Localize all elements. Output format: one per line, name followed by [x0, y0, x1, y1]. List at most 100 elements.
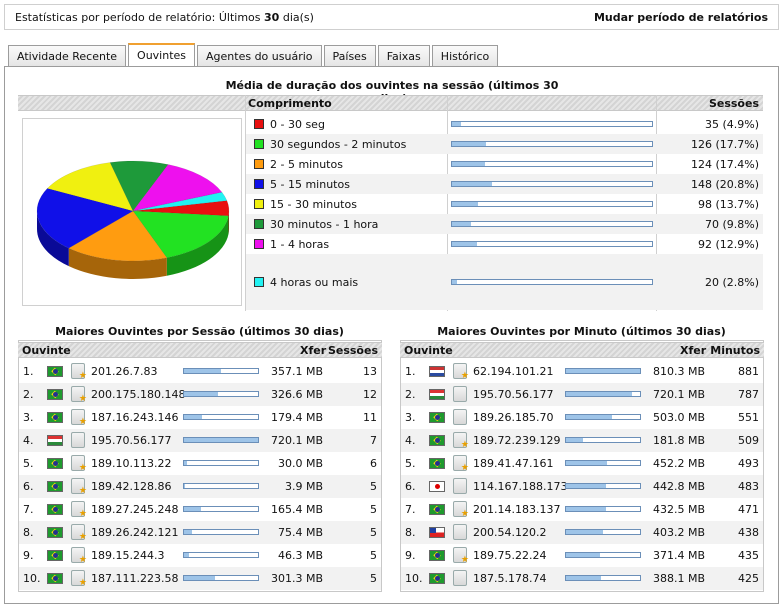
col-sessions: Sessões — [327, 344, 378, 357]
rank: 4. — [23, 434, 34, 447]
listener-ip[interactable]: 200.54.120.2 — [473, 526, 546, 539]
xfer-bar — [565, 391, 641, 397]
xfer-bar — [183, 460, 259, 466]
rank: 7. — [23, 503, 34, 516]
client-icon — [71, 386, 87, 404]
client-icon — [453, 570, 467, 586]
xfer-bar — [565, 437, 641, 443]
duration-row: 5 - 15 minutos 148 (20.8%) — [246, 174, 763, 194]
listener-ip[interactable]: 189.72.239.129 — [473, 434, 560, 447]
rank: 5. — [405, 457, 416, 470]
listener-ip[interactable]: 189.75.22.24 — [473, 549, 546, 562]
listener-ip[interactable]: 62.194.101.21 — [473, 365, 553, 378]
xfer-bar — [183, 506, 259, 512]
rank: 9. — [405, 549, 416, 562]
count-value: 11 — [363, 411, 377, 424]
count-value: 12 — [363, 388, 377, 401]
listener-ip[interactable]: 189.26.242.121 — [91, 526, 178, 539]
tab-5[interactable]: Histórico — [431, 45, 499, 67]
xfer-bar — [565, 483, 641, 489]
minutes-title: Maiores Ouvintes por Minuto (últimos 30 … — [437, 325, 726, 338]
count-value: 435 — [738, 549, 759, 562]
legend-swatch — [254, 119, 264, 129]
listener-ip[interactable]: 189.27.245.248 — [91, 503, 178, 516]
listener-ip[interactable]: 187.5.178.74 — [473, 572, 546, 585]
listener-ip[interactable]: 189.15.244.3 — [91, 549, 164, 562]
xfer-bar — [183, 575, 259, 581]
client-icon — [71, 524, 87, 542]
flag-br-icon — [47, 481, 63, 492]
xfer-value: 181.8 MB — [652, 434, 705, 447]
table-row: 10. 187.5.178.74 388.1 MB 425 — [401, 567, 763, 590]
xfer-value: 442.8 MB — [652, 480, 705, 493]
xfer-bar — [565, 552, 641, 558]
client-icon — [71, 478, 87, 496]
client-icon — [71, 409, 87, 427]
tab-0[interactable]: Atividade Recente — [8, 45, 127, 67]
flag-hu-icon — [429, 389, 445, 400]
xfer-value: 403.2 MB — [652, 526, 705, 539]
xfer-value: 46.3 MB — [277, 549, 323, 562]
listener-ip[interactable]: 189.10.113.22 — [91, 457, 171, 470]
xfer-value: 720.1 MB — [270, 434, 323, 447]
listener-ip[interactable]: 201.14.183.137 — [473, 503, 560, 516]
flag-br-icon — [47, 504, 63, 515]
legend-swatch — [254, 199, 264, 209]
table-row: 6. 189.42.128.86 3.9 MB 5 — [19, 475, 381, 498]
duration-value: 35 (4.9%) — [704, 118, 759, 131]
table-row: 6. 114.167.188.173 442.8 MB 483 — [401, 475, 763, 498]
rank: 6. — [405, 480, 416, 493]
report-period-days: 30 — [264, 11, 280, 24]
flag-br-icon — [47, 389, 63, 400]
xfer-value: 503.0 MB — [652, 411, 705, 424]
table-row: 4. 189.72.239.129 181.8 MB 509 — [401, 429, 763, 452]
client-icon — [453, 455, 469, 473]
report-period-bar: Estatísticas por período de relatório: Ú… — [4, 4, 779, 30]
table-row: 4. 195.70.56.177 720.1 MB 7 — [19, 429, 381, 452]
listener-ip[interactable]: 187.16.243.146 — [91, 411, 178, 424]
client-icon — [71, 570, 87, 588]
rank: 10. — [405, 572, 423, 585]
listener-ip[interactable]: 114.167.188.173 — [473, 480, 567, 493]
flag-hu-icon — [47, 435, 63, 446]
report-period-text: Estatísticas por período de relatório: Ú… — [15, 11, 314, 24]
listener-ip[interactable]: 195.70.56.177 — [473, 388, 553, 401]
listener-ip[interactable]: 200.175.180.148 — [91, 388, 185, 401]
flag-br-icon — [429, 458, 445, 469]
listener-ip[interactable]: 187.111.223.58 — [91, 572, 178, 585]
flag-br-icon — [429, 435, 445, 446]
duration-bar — [451, 241, 653, 247]
duration-bar — [451, 201, 653, 207]
table-row: 10. 187.111.223.58 301.3 MB 5 — [19, 567, 381, 590]
tab-3[interactable]: Países — [323, 45, 376, 67]
table-row: 2. 195.70.56.177 720.1 MB 787 — [401, 383, 763, 406]
count-value: 13 — [363, 365, 377, 378]
change-period-link[interactable]: Mudar período de relatórios — [594, 11, 768, 24]
client-icon — [453, 409, 467, 425]
tab-1[interactable]: Ouvintes — [128, 43, 196, 67]
duration-value: 126 (17.7%) — [690, 138, 759, 151]
pie-chart-box — [22, 118, 242, 306]
xfer-value: 357.1 MB — [270, 365, 323, 378]
client-icon — [71, 501, 87, 519]
count-value: 438 — [738, 526, 759, 539]
duration-value: 20 (2.8%) — [704, 276, 759, 289]
flag-br-icon — [47, 527, 63, 538]
duration-bar — [451, 181, 653, 187]
duration-value: 124 (17.4%) — [690, 158, 759, 171]
tab-2[interactable]: Agentes do usuário — [197, 45, 322, 67]
listener-ip[interactable]: 201.26.7.83 — [91, 365, 157, 378]
listener-ip[interactable]: 195.70.56.177 — [91, 434, 171, 447]
listener-ip[interactable]: 189.42.128.86 — [91, 480, 171, 493]
rank: 7. — [405, 503, 416, 516]
rank: 2. — [23, 388, 34, 401]
tab-4[interactable]: Faixas — [377, 45, 430, 67]
report-period-suffix: dia(s) — [282, 11, 314, 24]
col-sessions: Sessões — [708, 97, 759, 110]
client-icon — [453, 478, 467, 494]
duration-label: 0 - 30 seg — [270, 118, 325, 131]
listener-ip[interactable]: 189.41.47.161 — [473, 457, 553, 470]
xfer-value: 720.1 MB — [652, 388, 705, 401]
listener-ip[interactable]: 189.26.185.70 — [473, 411, 553, 424]
xfer-bar — [183, 529, 259, 535]
